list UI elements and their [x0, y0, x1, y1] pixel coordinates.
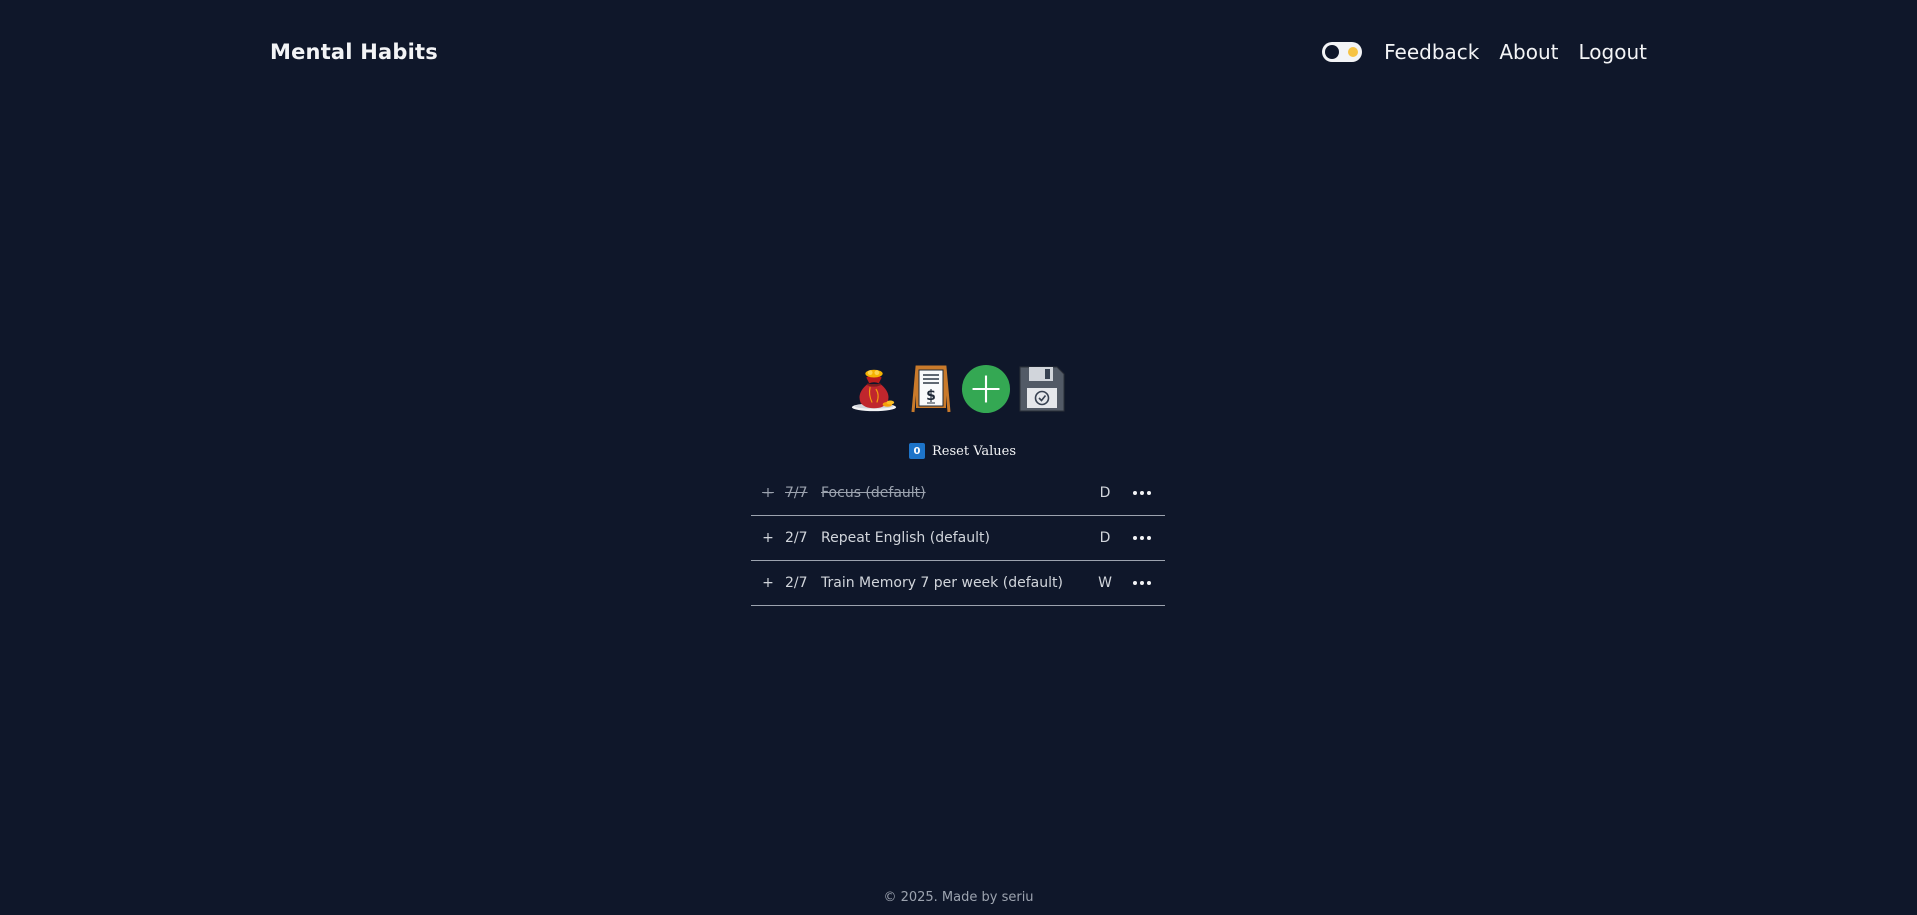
reset-values-label: Reset Values: [932, 443, 1017, 459]
save-button[interactable]: [1017, 364, 1067, 414]
habit-progress: 7/7: [785, 485, 808, 501]
theme-toggle[interactable]: [1322, 42, 1363, 62]
habit-row: + 2/7 Repeat English (default) D: [751, 516, 1165, 561]
habit-frequency: W: [1098, 575, 1112, 591]
increment-button[interactable]: +: [760, 530, 776, 546]
habit-progress: 2/7: [785, 530, 808, 546]
sun-icon: [1348, 47, 1359, 57]
more-options-icon[interactable]: [1129, 491, 1155, 495]
habit-name[interactable]: Repeat English (default): [821, 530, 1095, 546]
more-options-icon[interactable]: [1129, 536, 1155, 540]
feedback-link[interactable]: Feedback: [1384, 40, 1479, 64]
habit-row: + 2/7 Train Memory 7 per week (default) …: [751, 561, 1165, 606]
toolbar: $: [849, 362, 1067, 416]
habit-name[interactable]: Train Memory 7 per week (default): [821, 575, 1095, 591]
toggle-knob: [1325, 45, 1340, 59]
top-nav: Feedback About Logout: [1322, 40, 1647, 64]
add-habit-button[interactable]: [961, 364, 1011, 414]
header: Mental Habits Feedback About Logout: [270, 30, 1647, 74]
money-bag-button[interactable]: [849, 364, 899, 414]
increment-button[interactable]: +: [760, 485, 776, 501]
save-disk-icon: [1019, 366, 1065, 412]
habit-list: + 7/7 Focus (default) D + 2/7 Repeat Eng…: [751, 471, 1165, 606]
app-page: Mental Habits Feedback About Logout $ 0 …: [0, 0, 1917, 915]
price-board-icon: $: [911, 365, 951, 413]
reset-values-button[interactable]: 0 Reset Values: [909, 442, 1016, 460]
about-link[interactable]: About: [1499, 40, 1558, 64]
habit-frequency: D: [1099, 530, 1111, 546]
add-circle-icon: [961, 364, 1011, 414]
money-bag-icon: [851, 369, 897, 412]
increment-button[interactable]: +: [760, 575, 776, 591]
brand-title[interactable]: Mental Habits: [270, 40, 438, 64]
footer-copyright: © 2025. Made by seriu: [883, 890, 1034, 905]
habit-row: + 7/7 Focus (default) D: [751, 471, 1165, 516]
reset-count-badge: 0: [909, 443, 925, 459]
logout-link[interactable]: Logout: [1579, 40, 1647, 64]
habit-name[interactable]: Focus (default): [821, 485, 1095, 501]
habit-progress: 2/7: [785, 575, 808, 591]
habit-frequency: D: [1099, 485, 1111, 501]
svg-text:$: $: [926, 388, 936, 404]
more-options-icon[interactable]: [1129, 581, 1155, 585]
price-board-button[interactable]: $: [905, 364, 955, 414]
